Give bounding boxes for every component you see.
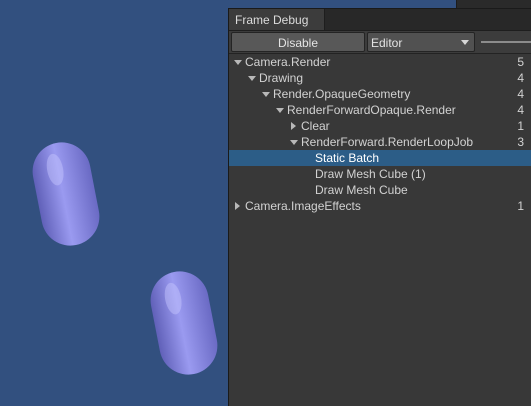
capsule-lower[interactable]: [146, 266, 223, 379]
tree-row-label: RenderForwardOpaque.Render: [287, 103, 456, 117]
tree-row[interactable]: Clear 1: [229, 118, 531, 134]
tree-row-label: Static Batch: [315, 151, 380, 165]
disable-button[interactable]: Disable: [231, 32, 365, 52]
tree-row-label: Clear: [301, 119, 330, 133]
tree-row[interactable]: Draw Mesh Cube (1): [229, 166, 531, 182]
tree-row[interactable]: Camera.Render 5: [229, 54, 531, 70]
tree-row-label: Camera.Render: [245, 55, 331, 69]
tree-row[interactable]: Render.OpaqueGeometry 4: [229, 86, 531, 102]
target-dropdown[interactable]: Editor: [367, 32, 475, 52]
tree-row[interactable]: RenderForwardOpaque.Render 4: [229, 102, 531, 118]
expand-arrow-icon[interactable]: [275, 102, 285, 118]
frame-debug-window: Frame Debug Disable Editor Camera.Render…: [228, 8, 531, 406]
tree-row-label: Draw Mesh Cube: [315, 183, 408, 197]
expand-arrow-icon[interactable]: [233, 54, 243, 70]
tree-row-count: 3: [517, 135, 524, 149]
tree-row[interactable]: Camera.ImageEffects 1: [229, 198, 531, 214]
tree-row[interactable]: Draw Mesh Cube: [229, 182, 531, 198]
event-slider[interactable]: [481, 41, 531, 43]
tree-row[interactable]: Static Batch: [229, 150, 531, 166]
tree-row-label: Drawing: [259, 71, 304, 85]
tree-row[interactable]: RenderForward.RenderLoopJob 3: [229, 134, 531, 150]
tree-row-label: Render.OpaqueGeometry: [273, 87, 411, 101]
tab-bar: Frame Debug: [229, 9, 531, 31]
tree-row-count: 4: [517, 87, 524, 101]
tree-row-label: Camera.ImageEffects: [245, 199, 361, 213]
collapse-arrow-icon[interactable]: [289, 118, 299, 134]
collapse-arrow-icon[interactable]: [233, 198, 243, 214]
expand-arrow-icon[interactable]: [289, 134, 299, 150]
expand-arrow-icon[interactable]: [247, 70, 257, 86]
target-dropdown-value: Editor: [371, 36, 403, 50]
tree-row-label: RenderForward.RenderLoopJob: [301, 135, 474, 149]
tree-row-count: 4: [517, 71, 524, 85]
chevron-down-icon: [461, 40, 469, 45]
frame-debug-toolbar: Disable Editor: [229, 31, 531, 54]
tab-frame-debug[interactable]: Frame Debug: [229, 9, 325, 30]
window-top-strip: [456, 0, 531, 8]
tree-row-count: 1: [517, 199, 524, 213]
capsule-upper[interactable]: [28, 137, 105, 250]
expand-arrow-icon[interactable]: [261, 86, 271, 102]
tree-row-count: 5: [517, 55, 524, 69]
tree-row[interactable]: Drawing 4: [229, 70, 531, 86]
event-tree: Camera.Render 5 Drawing 4 Render.OpaqueGeome…: [229, 54, 531, 214]
tree-row-label: Draw Mesh Cube (1): [315, 167, 426, 181]
tree-row-count: 4: [517, 103, 524, 117]
tree-row-count: 1: [517, 119, 524, 133]
